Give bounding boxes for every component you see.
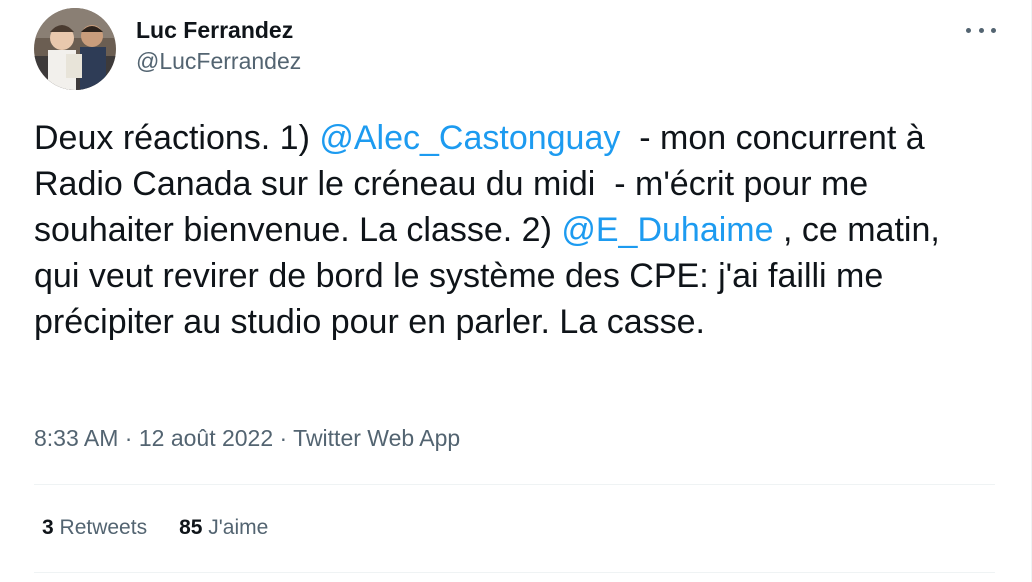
tweet-text: Deux réactions. 1) @Alec_Castonguay - mo… [34,115,984,345]
tweet-date[interactable]: 12 août 2022 [139,425,273,451]
tweet-header: Luc Ferrandez @LucFerrandez [34,8,301,90]
divider [34,572,995,573]
likes-count: 85 [179,516,203,539]
tweet-stats: 3 Retweets 85 J'aime [42,513,300,543]
meta-separator: · [118,425,139,451]
divider [34,484,995,485]
tweet-metadata: 8:33 AM · 12 août 2022 · Twitter Web App [34,422,460,454]
avatar[interactable] [34,8,116,90]
mention-link[interactable]: @E_Duhaime [561,211,773,249]
likes-label: J'aime [208,516,269,539]
author-handle[interactable]: @LucFerrandez [136,45,301,77]
more-horizontal-icon-dot [978,27,984,33]
tweet-source[interactable]: Twitter Web App [293,425,460,451]
tweet-text-segment: Deux réactions. 1) [34,119,320,157]
retweets-label: Retweets [59,516,148,539]
avatar-photo [34,8,116,90]
likes-stat[interactable]: 85 J'aime [179,513,268,543]
author-display-name[interactable]: Luc Ferrandez [136,15,301,45]
meta-separator: · [273,425,294,451]
retweets-count: 3 [42,516,54,539]
mention-link[interactable]: @Alec_Castonguay [319,119,620,157]
retweets-stat[interactable]: 3 Retweets [42,513,147,543]
tweet-card: Luc Ferrandez @LucFerrandez Deux réactio… [0,0,1032,582]
more-horizontal-icon-dot [991,27,996,33]
more-horizontal-icon [966,27,971,33]
tweet-time[interactable]: 8:33 AM [34,425,118,451]
author-names: Luc Ferrandez @LucFerrandez [136,15,301,77]
more-options-button[interactable] [966,20,996,40]
